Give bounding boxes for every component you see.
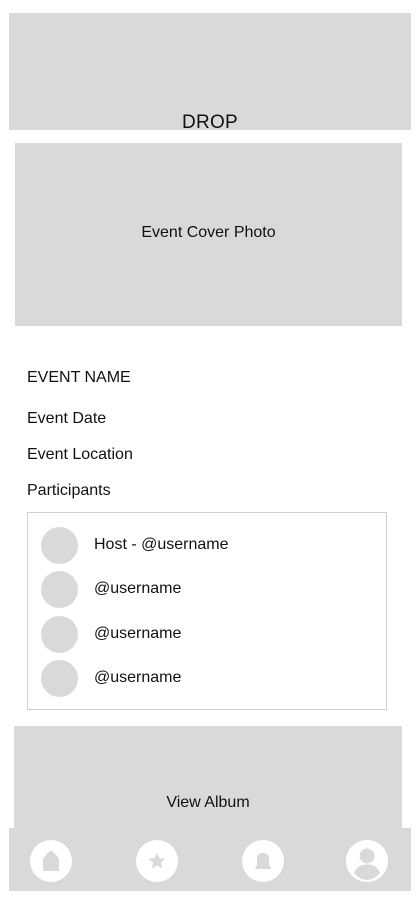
participant-name: @username [94,625,182,642]
nav-notifications-button[interactable] [242,840,284,882]
view-album-label: View Album [166,794,250,811]
app-title: DROP [181,112,239,133]
event-cover-photo[interactable]: Event Cover Photo [15,143,402,326]
bottom-nav-bar [9,828,411,891]
app-header: DROP [9,13,411,133]
profile-icon [346,840,388,882]
participant-item[interactable]: @username [41,615,181,653]
participant-item[interactable]: @username [41,570,181,608]
nav-favorites-button[interactable] [136,840,178,882]
avatar [41,526,78,564]
cover-photo-label: Event Cover Photo [141,223,276,241]
participant-name: @username [94,580,182,597]
notification-icon [255,853,271,869]
event-location: Event Location [27,446,133,463]
avatar [41,615,78,653]
event-name: EVENT NAME [27,369,131,386]
participant-name: Host - @username [94,536,229,553]
nav-profile-button[interactable] [346,840,388,882]
participant-item[interactable]: Host - @username [41,526,229,564]
participant-item[interactable]: @username [41,659,181,697]
star-icon [148,852,166,869]
view-album-button[interactable]: View Album [14,726,402,836]
event-date: Event Date [27,410,107,427]
avatar [41,659,78,697]
participants-heading: Participants [27,482,111,499]
avatar [41,570,78,608]
nav-home-button[interactable] [30,840,72,882]
participants-list: Host - @username @username @username @us… [27,512,387,710]
home-icon [43,850,59,871]
participant-name: @username [94,669,182,686]
